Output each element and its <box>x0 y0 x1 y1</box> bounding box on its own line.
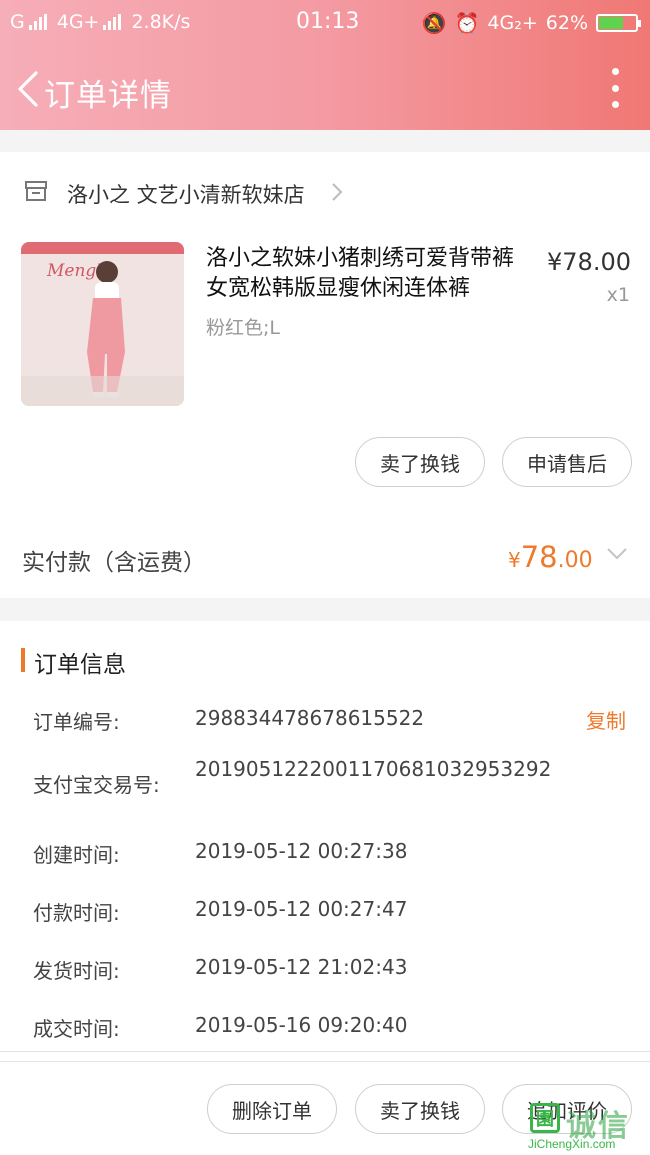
watermark-site: JiChengXin.com <box>528 1137 616 1151</box>
paid-amount: ¥78.00 <box>508 540 593 574</box>
clock: 01:13 <box>296 9 360 34</box>
signal-icon <box>103 14 122 30</box>
status-left: G 4G+ 2.8K/s <box>10 11 190 33</box>
watermark-box-icon: 園 <box>530 1103 560 1133</box>
alipay-trade-value: 2019051222001170681032953292 <box>195 757 552 781</box>
paid-time-label: 付款时间: <box>33 901 120 925</box>
product-sku: 粉红色;L <box>206 317 280 339</box>
battery-icon <box>596 14 641 32</box>
network2-label: 4G₂+ <box>487 12 538 34</box>
product-quantity: x1 <box>606 284 630 306</box>
delete-order-button[interactable]: 删除订单 <box>207 1084 337 1134</box>
amount-integer: 78 <box>520 540 558 574</box>
order-info-title: 订单信息 <box>34 652 126 678</box>
divider <box>0 1051 650 1052</box>
paid-time-value: 2019-05-12 00:27:47 <box>195 897 408 921</box>
sell-for-cash-button[interactable]: 卖了换钱 <box>355 437 485 487</box>
product-title[interactable]: 洛小之软妹小猪刺绣可爱背带裤女宽松韩版显瘦休闲连体裤 <box>206 244 522 304</box>
section-accent-bar <box>21 648 25 672</box>
site-watermark-logo: 園 诚信 JiChengXin.com <box>524 1099 646 1153</box>
shipped-time-label: 发货时间: <box>33 959 120 983</box>
order-number-label: 订单编号: <box>33 710 120 734</box>
copy-order-number-button[interactable]: 复制 <box>586 705 626 734</box>
sell-for-cash-bottom-button[interactable]: 卖了换钱 <box>355 1084 485 1134</box>
product-price: ¥78.00 <box>547 248 631 276</box>
created-time-label: 创建时间: <box>33 843 120 867</box>
chevron-down-icon[interactable] <box>606 547 628 561</box>
mute-bell-icon: 🔕 <box>421 11 447 35</box>
completed-time-label: 成交时间: <box>33 1017 120 1041</box>
back-arrow-icon[interactable] <box>16 70 40 108</box>
currency-symbol: ¥ <box>508 548 521 572</box>
carrier-label: G <box>10 11 25 33</box>
created-time-value: 2019-05-12 00:27:38 <box>195 839 408 863</box>
completed-time-value: 2019-05-16 09:20:40 <box>195 1013 408 1037</box>
battery-percent: 62% <box>545 12 588 34</box>
status-right: 🔕 ⏰ 4G₂+ 62% <box>421 11 641 35</box>
app-header: G 4G+ 2.8K/s 01:13 🔕 ⏰ 4G₂+ 62% 订单详情 <box>0 0 650 130</box>
nav-bar: 订单详情 <box>0 64 650 114</box>
shop-row[interactable]: 洛小之 文艺小清新软妹店 <box>0 175 650 215</box>
chevron-right-icon <box>332 183 343 201</box>
network-speed: 2.8K/s <box>131 11 191 33</box>
paid-amount-label: 实付款（含运费） <box>22 550 206 576</box>
order-number-value: 298834478678615522 <box>195 706 425 730</box>
page-title: 订单详情 <box>44 78 172 114</box>
more-vertical-icon[interactable] <box>612 68 620 108</box>
request-after-sale-button[interactable]: 申请售后 <box>502 437 632 487</box>
product-image[interactable]: Menglin <box>21 242 184 406</box>
store-icon <box>25 181 47 201</box>
network1-label: 4G+ <box>56 11 100 33</box>
alipay-trade-label: 支付宝交易号: <box>33 773 160 797</box>
amount-decimal: .00 <box>557 548 593 573</box>
status-bar: G 4G+ 2.8K/s 01:13 🔕 ⏰ 4G₂+ 62% <box>0 0 650 44</box>
alarm-icon: ⏰ <box>454 11 480 35</box>
shop-name[interactable]: 洛小之 文艺小清新软妹店 <box>67 179 305 209</box>
signal-icon <box>28 14 47 30</box>
shipped-time-value: 2019-05-12 21:02:43 <box>195 955 408 979</box>
